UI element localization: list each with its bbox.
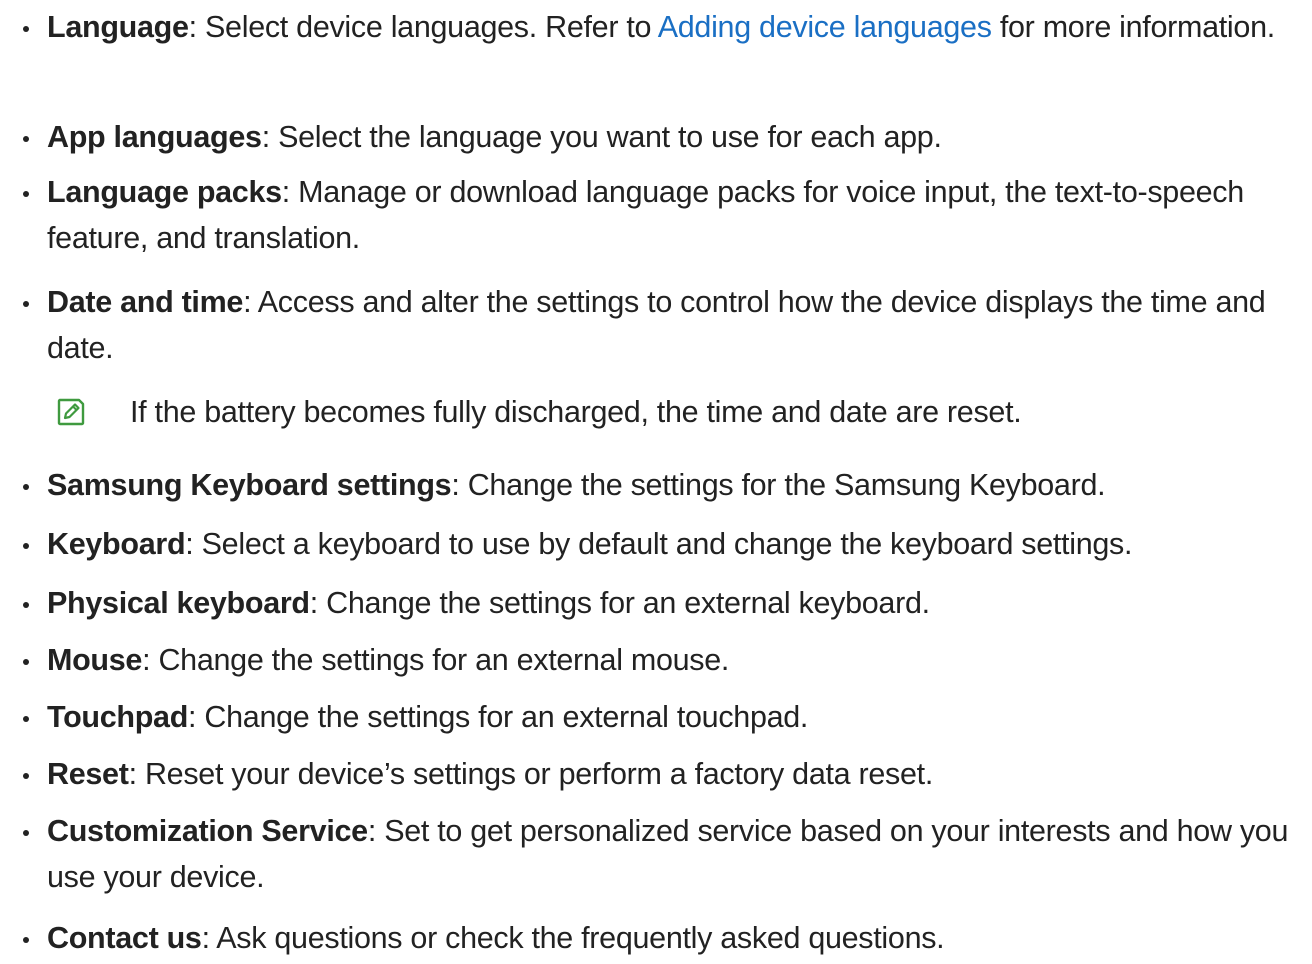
list-item-body: Samsung Keyboard settings: Change the se… — [47, 462, 1309, 508]
term-mouse: Mouse — [47, 643, 143, 677]
bullet — [17, 4, 37, 50]
separator: : — [142, 643, 159, 677]
list-item-body: Physical keyboard: Change the settings f… — [47, 580, 1309, 626]
description: Change the settings for an external touc… — [204, 700, 809, 734]
separator: : — [188, 10, 206, 44]
separator: : — [243, 285, 258, 319]
description: Select a keyboard to use by default and … — [201, 527, 1133, 561]
separator: : — [188, 700, 205, 734]
list-item-body: Touchpad: Change the settings for an ext… — [47, 694, 1309, 740]
bullet — [17, 169, 37, 215]
bullet — [17, 521, 37, 567]
list-item-body: Customization Service: Set to get person… — [47, 808, 1309, 900]
term-language: Language — [47, 10, 189, 44]
bullet — [17, 114, 37, 160]
bullet — [17, 751, 37, 797]
term-reset: Reset — [47, 757, 129, 791]
separator: : — [281, 175, 299, 209]
note-pencil-icon — [57, 398, 85, 426]
bullet — [17, 915, 37, 961]
list-item-body: Keyboard: Select a keyboard to use by de… — [47, 521, 1309, 567]
document-page: Language: Select device languages. Refer… — [0, 0, 1312, 964]
separator: : — [451, 468, 468, 502]
list-item-body: Language: Select device languages. Refer… — [47, 4, 1309, 50]
bullet — [17, 637, 37, 683]
list-item-body: Language packs: Manage or download langu… — [47, 169, 1309, 261]
term-keyboard: Keyboard — [47, 527, 186, 561]
list-item-body: App languages: Select the language you w… — [47, 114, 1309, 160]
list-item-body: Date and time: Access and alter the sett… — [47, 279, 1309, 371]
description: Ask questions or check the frequently as… — [216, 921, 945, 955]
link-adding-device-languages[interactable]: Adding device languages — [658, 10, 992, 44]
description: Change the settings for an external mous… — [158, 643, 730, 677]
separator: : — [261, 120, 279, 154]
description: Reset your device’s settings or perform … — [144, 757, 933, 791]
list-item-body: Reset: Reset your device’s settings or p… — [47, 751, 1309, 797]
description: Change the settings for an external keyb… — [326, 586, 930, 620]
list-item-body: Contact us: Ask questions or check the f… — [47, 915, 1309, 961]
separator: : — [367, 814, 385, 848]
bullet — [17, 808, 37, 854]
term-contact-us: Contact us — [47, 921, 202, 955]
term-date-and-time: Date and time — [47, 285, 244, 319]
term-touchpad: Touchpad — [47, 700, 189, 734]
term-app-languages: App languages — [47, 120, 262, 154]
note-text: If the battery becomes fully discharged,… — [130, 395, 1022, 429]
bullet — [17, 580, 37, 626]
separator: : — [201, 921, 217, 955]
bullet — [17, 462, 37, 508]
term-customization-service: Customization Service — [47, 814, 368, 848]
description: Select device languages. Refer to — [205, 10, 658, 44]
term-samsung-keyboard-settings: Samsung Keyboard settings — [47, 468, 452, 502]
term-physical-keyboard: Physical keyboard — [47, 586, 310, 620]
description: Select the language you want to use for … — [278, 120, 942, 154]
separator: : — [128, 757, 145, 791]
term-language-packs: Language packs — [47, 175, 282, 209]
separator: : — [185, 527, 202, 561]
bullet — [17, 694, 37, 740]
description: Change the settings for the Samsung Keyb… — [467, 468, 1106, 502]
bullet — [17, 279, 37, 325]
separator: : — [309, 586, 327, 620]
description-tail: for more information. — [991, 10, 1275, 44]
list-item-body: Mouse: Change the settings for an extern… — [47, 637, 1309, 683]
